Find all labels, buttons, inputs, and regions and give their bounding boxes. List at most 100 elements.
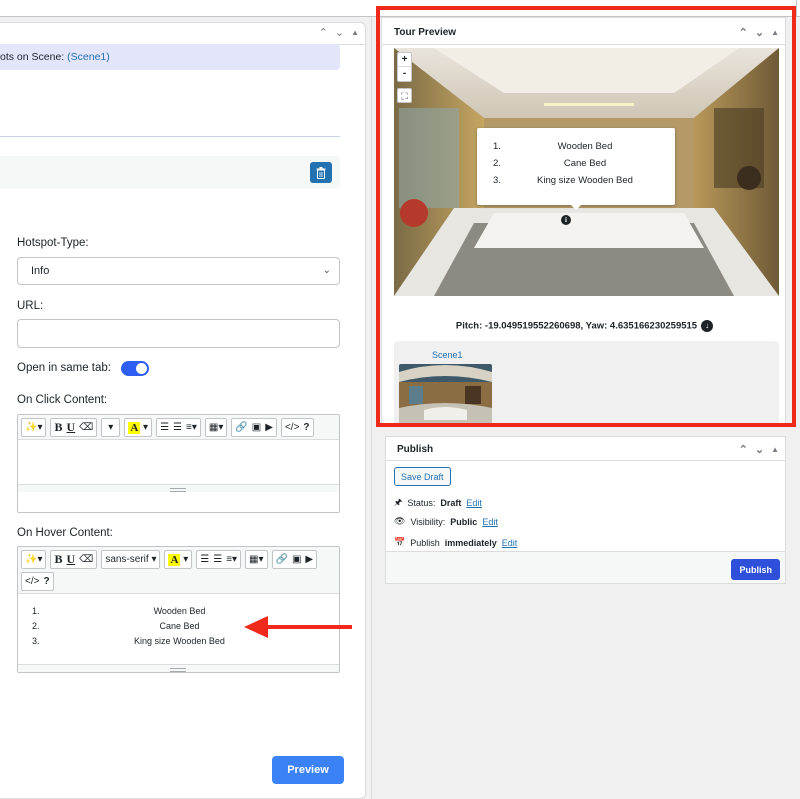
video-icon[interactable]: ▶ <box>305 554 313 565</box>
list-item: 3. King size Wooden Bed <box>493 175 633 186</box>
publish-label: Publish <box>410 537 440 548</box>
status-line: 🖈 Status: Draft Edit <box>394 495 482 511</box>
list-item: 1. Wooden Bed <box>493 141 613 152</box>
list-group: ☰ ☰ ≡▾ <box>156 418 201 437</box>
ordered-list-icon[interactable]: ☰ <box>173 422 182 433</box>
chevron-up-icon[interactable]: ⌃ <box>739 444 748 456</box>
edit-status-link[interactable]: Edit <box>466 498 482 508</box>
align-dropdown[interactable]: ≡▾ <box>226 554 237 565</box>
unordered-list-icon[interactable]: ☰ <box>160 422 169 433</box>
list-item: 2. Cane Bed <box>493 158 607 169</box>
publish-title: Publish <box>397 444 434 455</box>
tour-preview-header: Tour Preview ⌃ ⌄ ▲ <box>382 18 785 45</box>
visibility-label: Visibility: <box>410 516 446 527</box>
hotspot-type-label: Hotspot-Type: <box>17 237 89 249</box>
code-group: </> ? <box>21 572 54 591</box>
save-draft-button[interactable]: Save Draft <box>394 467 451 486</box>
align-dropdown[interactable]: ≡▾ <box>186 422 197 433</box>
ordered-list-icon[interactable]: ☰ <box>213 554 222 565</box>
hotspot-type-value: Info <box>31 265 50 277</box>
popup-list: 1. Wooden Bed 2. Cane Bed 3. King size Wood… <box>477 128 675 192</box>
link-icon[interactable]: 🔗 <box>276 554 288 565</box>
panel-header: ⌃ ⌄ ▲ <box>0 23 365 45</box>
trash-icon <box>316 166 326 179</box>
divider <box>0 136 340 137</box>
arrow-down-icon[interactable]: ↓ <box>701 320 714 332</box>
top-strip <box>0 0 800 17</box>
chevron-down-icon[interactable]: ⌄ <box>755 27 764 39</box>
eraser-icon[interactable]: ⌫ <box>79 422 93 433</box>
panorama-viewer[interactable]: + - ⛶ 1. Wooden Bed 2. Cane Bed 3. King siz… <box>394 48 779 296</box>
delete-hotspot-button[interactable] <box>310 162 332 183</box>
help-icon[interactable]: ? <box>43 576 49 587</box>
code-view-icon[interactable]: </> <box>285 422 299 433</box>
underline-button[interactable]: U <box>67 552 76 567</box>
visibility-value: Public <box>450 516 478 527</box>
on-click-editor: ✨▾ B U ⌫ ▾ A ▾ ☰ ☰ ≡▾ ▦▾ 🔗 ▣ ▶ </> ? <box>17 414 340 513</box>
zoom-out-button[interactable]: - <box>398 67 411 81</box>
triangle-up-icon[interactable]: ▲ <box>771 444 779 456</box>
chevron-up-icon[interactable]: ⌃ <box>739 27 748 39</box>
publish-button[interactable]: Publish <box>731 559 780 580</box>
fullscreen-icon[interactable]: ⛶ <box>397 88 412 103</box>
image-icon[interactable]: ▣ <box>292 554 301 565</box>
chevron-up-icon[interactable]: ⌃ <box>319 27 328 39</box>
scene-thumbnail-image <box>399 364 492 426</box>
magic-wand-dropdown[interactable]: ✨▾ <box>21 418 47 437</box>
underline-button[interactable]: U <box>67 420 76 435</box>
format-group: B U ⌫ <box>50 550 98 569</box>
eraser-icon[interactable]: ⌫ <box>79 554 93 565</box>
info-hotspot-icon[interactable]: i <box>561 215 571 225</box>
font-dropdown[interactable]: sans-serif ▾ <box>101 550 161 569</box>
box-controls: ⌃ ⌄ ▲ <box>739 27 779 39</box>
publish-box: Publish ⌃ ⌄ ▲ Save Draft 🖈 Status: Draft E… <box>385 436 786 584</box>
color-button[interactable]: A ▾ <box>164 550 193 569</box>
video-icon[interactable]: ▶ <box>265 422 273 433</box>
hotspot-type-select[interactable]: Info ⌄ <box>17 257 340 285</box>
on-click-label: On Click Content: <box>17 394 108 406</box>
resize-handle[interactable] <box>18 664 339 672</box>
magic-wand-dropdown[interactable]: ✨▾ <box>21 550 47 569</box>
insert-group: 🔗 ▣ ▶ <box>231 418 277 437</box>
publish-footer: Publish <box>386 551 785 583</box>
scene-link[interactable]: (Scene1) <box>67 51 110 63</box>
triangle-up-icon[interactable]: ▲ <box>351 27 359 39</box>
bold-button[interactable]: B <box>54 552 62 567</box>
editor-toolbar: ✨▾ B U ⌫ sans-serif ▾ A ▾ ☰ ☰ ≡▾ ▦▾ 🔗 ▣ … <box>18 547 339 594</box>
table-dropdown[interactable]: ▦▾ <box>204 418 228 437</box>
font-dropdown[interactable]: ▾ <box>101 418 121 437</box>
triangle-up-icon[interactable]: ▲ <box>771 27 779 39</box>
open-same-tab-label: Open in same tab: <box>17 362 111 374</box>
open-same-tab-toggle[interactable] <box>121 361 149 376</box>
scene-name[interactable]: Scene1 <box>432 350 463 360</box>
panel-controls: ⌃ ⌄ ▲ <box>319 27 359 39</box>
hotspots-prefix: ots on Scene: <box>0 51 68 63</box>
scene-thumbnail[interactable] <box>399 364 492 426</box>
chevron-down-icon[interactable]: ⌄ <box>755 444 764 456</box>
chevron-down-icon[interactable]: ⌄ <box>335 27 344 39</box>
bold-button[interactable]: B <box>54 420 62 435</box>
url-input[interactable] <box>17 319 340 348</box>
eye-icon: 👁 <box>394 516 406 526</box>
preview-button[interactable]: Preview <box>272 756 344 784</box>
unordered-list-icon[interactable]: ☰ <box>200 554 209 565</box>
zoom-controls: + - <box>397 52 412 82</box>
status-value: Draft <box>440 498 462 508</box>
resize-handle[interactable] <box>18 484 339 492</box>
box-controls: ⌃ ⌄ ▲ <box>739 444 779 456</box>
schedule-line: 📅 Publish immediately Edit <box>394 537 517 548</box>
on-click-content[interactable] <box>18 440 339 492</box>
image-icon[interactable]: ▣ <box>252 422 261 433</box>
edit-visibility-link[interactable]: Edit <box>482 517 498 527</box>
zoom-in-button[interactable]: + <box>398 53 411 67</box>
code-view-icon[interactable]: </> <box>25 576 39 587</box>
column-divider <box>371 17 372 799</box>
link-icon[interactable]: 🔗 <box>235 422 247 433</box>
hotspot-row <box>0 156 340 189</box>
edit-schedule-link[interactable]: Edit <box>502 538 518 548</box>
publish-header: Publish ⌃ ⌄ ▲ <box>386 437 785 461</box>
table-dropdown[interactable]: ▦▾ <box>245 550 268 569</box>
help-icon[interactable]: ? <box>303 422 309 433</box>
scene-list: Scene1 <box>394 341 779 433</box>
color-button[interactable]: A ▾ <box>124 418 153 437</box>
